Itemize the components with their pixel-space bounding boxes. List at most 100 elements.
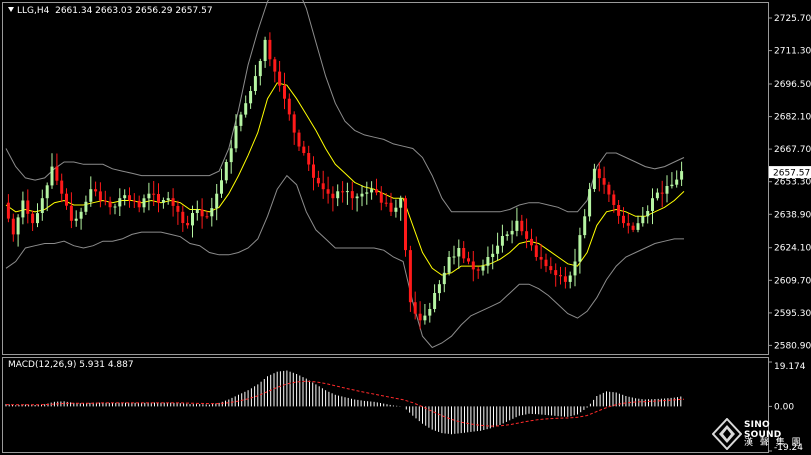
candle-body bbox=[350, 191, 354, 199]
candle-body bbox=[292, 114, 296, 133]
candle-body bbox=[355, 196, 359, 199]
candle-body bbox=[534, 245, 538, 257]
current-price-tag: 2657.57 bbox=[769, 166, 811, 179]
candle-body bbox=[612, 194, 616, 205]
candle-body bbox=[365, 192, 369, 194]
candle-body bbox=[65, 193, 68, 206]
svg-text:2657.57: 2657.57 bbox=[773, 169, 810, 179]
price-tick-label: 2667.70 bbox=[774, 145, 811, 155]
candle-body bbox=[413, 302, 417, 314]
candle-body bbox=[215, 193, 219, 209]
price-tick-label: 2696.50 bbox=[774, 80, 811, 90]
candle-body bbox=[200, 209, 204, 217]
candle-body bbox=[592, 168, 596, 189]
candle-body bbox=[161, 200, 165, 203]
candle-body bbox=[467, 258, 470, 262]
candle-body bbox=[651, 198, 654, 211]
candle-body bbox=[31, 213, 35, 224]
candle-body bbox=[55, 166, 59, 181]
candle-body bbox=[418, 313, 422, 321]
candle-body bbox=[563, 276, 567, 282]
price-tick-label: 2653.30 bbox=[774, 178, 811, 188]
candle-body bbox=[40, 198, 44, 213]
candle-body bbox=[360, 193, 364, 197]
candle-body bbox=[602, 178, 606, 185]
candle-body bbox=[171, 198, 175, 206]
price-tick-label: 2609.70 bbox=[774, 276, 811, 286]
candle-body bbox=[278, 71, 282, 86]
candle-body bbox=[166, 198, 170, 200]
candle-body bbox=[379, 192, 383, 203]
macd-tick-label: 0.00 bbox=[774, 402, 794, 412]
candle-body bbox=[680, 171, 684, 180]
candle-body bbox=[486, 257, 490, 266]
candle-body bbox=[331, 193, 335, 199]
candle-body bbox=[244, 103, 248, 115]
price-tick-label: 2595.30 bbox=[774, 309, 811, 319]
candle-body bbox=[670, 184, 674, 187]
candle-body bbox=[655, 192, 659, 199]
candle-body bbox=[631, 225, 635, 230]
candle-body bbox=[525, 231, 529, 239]
candle-body bbox=[16, 217, 20, 235]
candle-body bbox=[505, 234, 509, 236]
candle-body bbox=[530, 238, 533, 246]
chart-header: LLG,H4 2661.34 2663.03 2656.29 2657.57 bbox=[8, 6, 213, 16]
candle-body bbox=[408, 250, 412, 303]
candle-body bbox=[297, 132, 301, 147]
candle-body bbox=[220, 180, 223, 194]
candle-body bbox=[123, 195, 127, 199]
candle-body bbox=[597, 168, 601, 179]
candle-body bbox=[336, 191, 340, 199]
candle-body bbox=[583, 216, 587, 236]
candle-body bbox=[176, 206, 180, 212]
candle-body bbox=[476, 269, 480, 271]
candle-body bbox=[50, 166, 54, 186]
candle-body bbox=[442, 272, 446, 285]
candle-body bbox=[539, 257, 543, 260]
candle-body bbox=[239, 114, 243, 126]
candle-body bbox=[181, 211, 185, 223]
price-tick-label: 2580.90 bbox=[774, 341, 811, 351]
candle-body bbox=[186, 223, 190, 226]
sino-sound-watermark: SINO SOUND 漢 聲 集 團 bbox=[711, 417, 808, 452]
candle-body bbox=[307, 153, 311, 165]
candle-body bbox=[626, 223, 630, 226]
candle-body bbox=[384, 202, 388, 204]
candle-body bbox=[69, 205, 73, 221]
candle-body bbox=[394, 207, 398, 212]
candle bbox=[224, 159, 228, 184]
candle-body bbox=[224, 162, 228, 181]
candle-body bbox=[370, 189, 374, 193]
symbol-label: LLG,H4 bbox=[17, 6, 50, 16]
candle-body bbox=[103, 200, 107, 202]
candle-body bbox=[641, 216, 645, 224]
candle-body bbox=[258, 61, 262, 77]
candle-body bbox=[617, 205, 621, 216]
candle-body bbox=[675, 179, 679, 185]
candle-body bbox=[622, 215, 625, 224]
price-tick-label: 2725.70 bbox=[774, 14, 811, 24]
candle-body bbox=[568, 275, 572, 282]
macd-label: MACD(12,26,9) 5.931 4.887 bbox=[8, 360, 134, 370]
candle-body bbox=[399, 198, 403, 208]
candle-body bbox=[26, 200, 30, 214]
dropdown-triangle-icon[interactable] bbox=[8, 7, 14, 12]
price-chart[interactable]: 2725.70 2711.30 2696.50 2682.10 2667.70 2653.… bbox=[0, 0, 811, 455]
candle-body bbox=[437, 284, 441, 294]
candle-body bbox=[500, 236, 504, 246]
price-tick-label: 2711.30 bbox=[774, 47, 811, 57]
candle-body bbox=[74, 218, 78, 221]
candle-body bbox=[481, 265, 485, 271]
candle-body bbox=[45, 185, 49, 199]
candle-body bbox=[316, 177, 320, 184]
candle-body bbox=[263, 39, 267, 61]
candle-body bbox=[665, 186, 669, 194]
candle-body bbox=[607, 184, 611, 195]
candle-body bbox=[457, 248, 461, 257]
candle-body bbox=[462, 248, 466, 259]
macd-tick-label: 19.174 bbox=[774, 362, 806, 372]
candle-body bbox=[302, 146, 306, 153]
candle-body bbox=[84, 201, 88, 212]
candle-body bbox=[147, 193, 151, 199]
